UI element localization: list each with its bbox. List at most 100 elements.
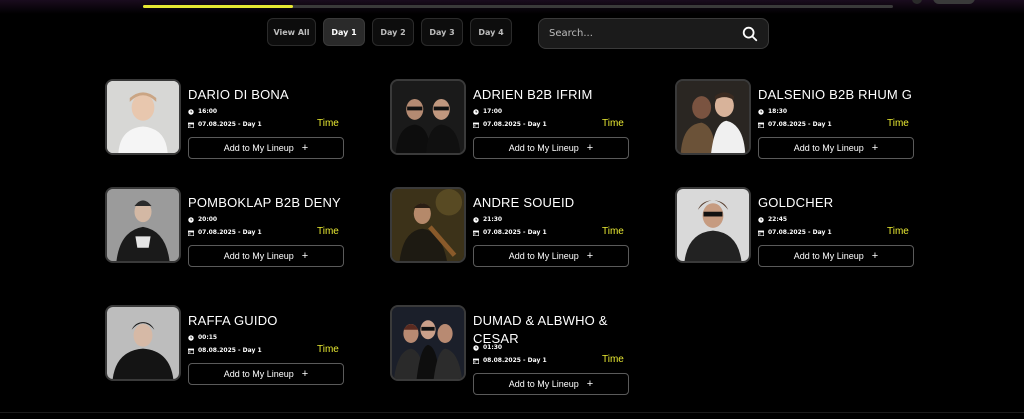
time-row: 16:00 xyxy=(188,108,217,115)
scroll-progress-bar xyxy=(143,5,893,8)
add-to-lineup-label: Add to My Lineup xyxy=(793,143,864,153)
time-label[interactable]: Time xyxy=(317,118,339,129)
artist-date: 07.08.2025 - Day 1 xyxy=(198,121,262,128)
artist-photo[interactable] xyxy=(675,79,751,155)
time-label[interactable]: Time xyxy=(602,226,624,237)
calendar-icon xyxy=(188,348,194,354)
plus-icon: + xyxy=(301,250,309,262)
date-row: 08.08.2025 - Day 1 xyxy=(188,347,262,354)
artist-time: 01:30 xyxy=(483,344,503,351)
time-label[interactable]: Time xyxy=(887,118,909,129)
calendar-icon xyxy=(188,230,194,236)
calendar-icon xyxy=(473,358,479,364)
plus-icon: + xyxy=(871,250,879,262)
time-label[interactable]: Time xyxy=(602,118,624,129)
day-tabs: View All Day 1 Day 2 Day 3 Day 4 xyxy=(267,18,512,46)
time-row: 21:30 xyxy=(473,216,502,223)
artist-name: DALSENIO B2B RHUM G xyxy=(758,87,913,102)
artist-time: 00:15 xyxy=(198,334,218,341)
clock-icon xyxy=(188,334,194,341)
time-label[interactable]: Time xyxy=(887,226,909,237)
calendar-icon xyxy=(758,230,764,236)
add-to-lineup-button[interactable]: Add to My Lineup + xyxy=(758,245,914,267)
artist-time: 16:00 xyxy=(198,108,218,115)
artist-date: 07.08.2025 - Day 1 xyxy=(198,229,262,236)
search-icon[interactable] xyxy=(741,25,759,43)
artist-card: RAFFA GUIDO 00:15 08.08.2025 - Day 1 Tim… xyxy=(105,305,345,395)
artist-card: POMBOKLAP B2B DENY 20:00 07.08.2025 - Da… xyxy=(105,187,345,277)
tab-view-all[interactable]: View All xyxy=(267,18,316,46)
scroll-progress-fill xyxy=(143,5,293,8)
artist-photo[interactable] xyxy=(105,187,181,263)
artist-photo[interactable] xyxy=(390,79,466,155)
artist-time: 20:00 xyxy=(198,216,218,223)
date-row: 07.08.2025 - Day 1 xyxy=(758,121,832,128)
add-to-lineup-button[interactable]: Add to My Lineup + xyxy=(188,137,344,159)
date-row: 07.08.2025 - Day 1 xyxy=(188,121,262,128)
artist-time: 17:00 xyxy=(483,108,503,115)
artist-time: 18:30 xyxy=(768,108,788,115)
date-row: 08.08.2025 - Day 1 xyxy=(473,357,547,364)
artist-photo[interactable] xyxy=(390,305,466,381)
header-pill-button[interactable] xyxy=(933,0,975,4)
add-to-lineup-label: Add to My Lineup xyxy=(508,379,579,389)
time-label[interactable]: Time xyxy=(317,344,339,355)
artist-card: DALSENIO B2B RHUM G 18:30 07.08.2025 - D… xyxy=(675,79,915,169)
tab-day-1[interactable]: Day 1 xyxy=(323,18,365,46)
time-row: 20:00 xyxy=(188,216,217,223)
artist-name: DUMAD & ALBWHO & CESAR xyxy=(473,313,608,346)
add-to-lineup-button[interactable]: Add to My Lineup + xyxy=(758,137,914,159)
clock-icon xyxy=(758,108,764,115)
artist-date: 07.08.2025 - Day 1 xyxy=(768,121,832,128)
add-to-lineup-button[interactable]: Add to My Lineup + xyxy=(473,373,629,395)
add-to-lineup-label: Add to My Lineup xyxy=(223,369,294,379)
artist-date: 07.08.2025 - Day 1 xyxy=(483,229,547,236)
add-to-lineup-button[interactable]: Add to My Lineup + xyxy=(188,245,344,267)
artist-card: DUMAD & ALBWHO & CESAR 01:30 08.08.2025 … xyxy=(390,305,630,395)
plus-icon: + xyxy=(871,142,879,154)
tab-day-4[interactable]: Day 4 xyxy=(470,18,512,46)
artist-date: 07.08.2025 - Day 1 xyxy=(483,121,547,128)
artist-card: ANDRE SOUEID 21:30 07.08.2025 - Day 1 Ti… xyxy=(390,187,630,277)
artist-date: 07.08.2025 - Day 1 xyxy=(768,229,832,236)
time-label[interactable]: Time xyxy=(317,226,339,237)
add-to-lineup-button[interactable]: Add to My Lineup + xyxy=(188,363,344,385)
add-to-lineup-label: Add to My Lineup xyxy=(223,143,294,153)
plus-icon: + xyxy=(301,142,309,154)
plus-icon: + xyxy=(586,378,594,390)
plus-icon: + xyxy=(586,250,594,262)
artist-date: 08.08.2025 - Day 1 xyxy=(483,357,547,364)
calendar-icon xyxy=(473,122,479,128)
date-row: 07.08.2025 - Day 1 xyxy=(758,229,832,236)
artist-photo[interactable] xyxy=(105,79,181,155)
time-row: 22:45 xyxy=(758,216,787,223)
artist-photo[interactable] xyxy=(675,187,751,263)
clock-icon xyxy=(758,216,764,223)
time-label[interactable]: Time xyxy=(602,354,624,365)
add-to-lineup-label: Add to My Lineup xyxy=(793,251,864,261)
add-to-lineup-label: Add to My Lineup xyxy=(508,251,579,261)
tab-day-2[interactable]: Day 2 xyxy=(372,18,414,46)
time-row: 00:15 xyxy=(188,334,217,341)
time-row: 01:30 xyxy=(473,344,502,351)
clock-icon xyxy=(473,216,479,223)
plus-icon: + xyxy=(586,142,594,154)
clock-icon xyxy=(188,108,194,115)
artist-date: 08.08.2025 - Day 1 xyxy=(198,347,262,354)
artist-photo[interactable] xyxy=(390,187,466,263)
add-to-lineup-button[interactable]: Add to My Lineup + xyxy=(473,137,629,159)
search-input[interactable] xyxy=(539,27,741,40)
calendar-icon xyxy=(758,122,764,128)
artist-name: GOLDCHER xyxy=(758,195,834,210)
artist-card: DARIO DI BONA 16:00 07.08.2025 - Day 1 T… xyxy=(105,79,345,169)
add-to-lineup-button[interactable]: Add to My Lineup + xyxy=(473,245,629,267)
artist-time: 21:30 xyxy=(483,216,503,223)
date-row: 07.08.2025 - Day 1 xyxy=(188,229,262,236)
date-row: 07.08.2025 - Day 1 xyxy=(473,121,547,128)
calendar-icon xyxy=(473,230,479,236)
artist-time: 22:45 xyxy=(768,216,788,223)
artist-photo[interactable] xyxy=(105,305,181,381)
artist-card: ADRIEN B2B IFRIM 17:00 07.08.2025 - Day … xyxy=(390,79,630,169)
tab-day-3[interactable]: Day 3 xyxy=(421,18,463,46)
add-to-lineup-label: Add to My Lineup xyxy=(508,143,579,153)
